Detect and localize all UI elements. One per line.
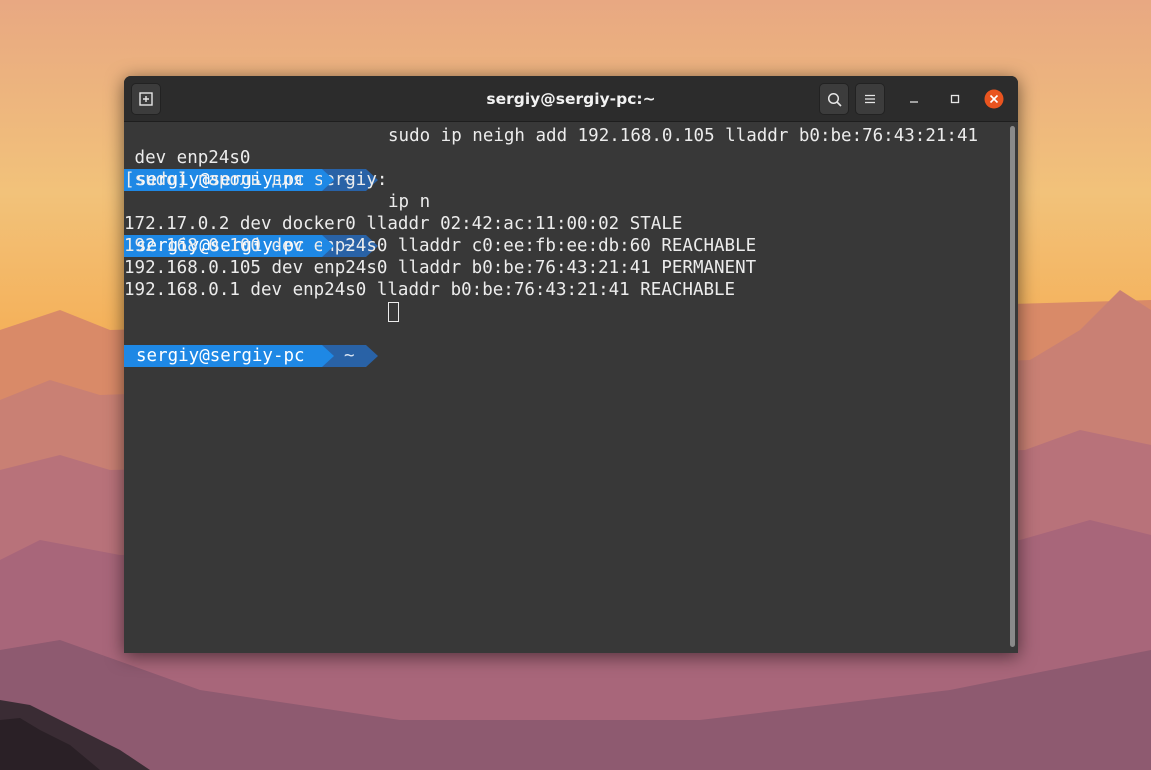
prompt-separator-arrow — [322, 235, 334, 257]
maximize-button[interactable] — [945, 89, 965, 109]
terminal-line: sergiy@sergiy-pc ~ sudo ip neigh add 192… — [124, 125, 1008, 191]
terminal-line: sergiy@sergiy-pc ~ — [124, 301, 1008, 367]
search-icon — [827, 92, 842, 107]
close-icon — [984, 89, 1004, 109]
output-line: 172.17.0.2 dev docker0 lladdr 02:42:ac:1… — [124, 214, 683, 234]
maximize-icon — [950, 94, 960, 104]
text-cursor — [388, 302, 399, 322]
search-button[interactable] — [819, 83, 849, 115]
prompt-separator-arrow — [322, 169, 334, 191]
hamburger-menu-icon — [865, 94, 875, 104]
command-text: sudo ip neigh add 192.168.0.105 lladdr b… — [388, 126, 979, 146]
title-bar[interactable]: sergiy@sergiy-pc:~ — [124, 76, 1018, 122]
command-text: ip n — [388, 192, 431, 212]
output-line: 192.168.0.1 dev enp24s0 lladdr b0:be:76:… — [124, 280, 736, 300]
output-line: 192.168.0.105 dev enp24s0 lladdr b0:be:7… — [124, 258, 757, 278]
terminal-window: sergiy@sergiy-pc:~ sergiy@sergiy-pc ~ su… — [124, 76, 1018, 653]
minimize-button[interactable] — [904, 89, 924, 109]
new-tab-button[interactable] — [131, 83, 161, 115]
output-line: [sudo] пароль для sergiy: — [124, 170, 388, 190]
scrollbar-thumb[interactable] — [1010, 126, 1015, 647]
close-button[interactable] — [984, 89, 1004, 109]
new-tab-icon — [139, 92, 153, 106]
shell-prompt: sergiy@sergiy-pc ~ — [124, 345, 384, 367]
terminal-line: sergiy@sergiy-pc ~ ip n — [124, 191, 1008, 257]
prompt-separator-arrow — [322, 345, 334, 367]
output-line: dev enp24s0 — [124, 148, 251, 168]
minimize-icon — [910, 101, 918, 103]
prompt-end-arrow — [366, 345, 378, 367]
menu-button[interactable] — [855, 83, 885, 115]
terminal-content[interactable]: sergiy@sergiy-pc ~ sudo ip neigh add 192… — [124, 123, 1008, 653]
scrollbar[interactable] — [1008, 123, 1018, 653]
output-line: 192.168.0.100 dev enp24s0 lladdr c0:ee:f… — [124, 236, 757, 256]
prompt-user-host: sergiy@sergiy-pc — [124, 345, 322, 367]
window-title: sergiy@sergiy-pc:~ — [486, 90, 656, 108]
